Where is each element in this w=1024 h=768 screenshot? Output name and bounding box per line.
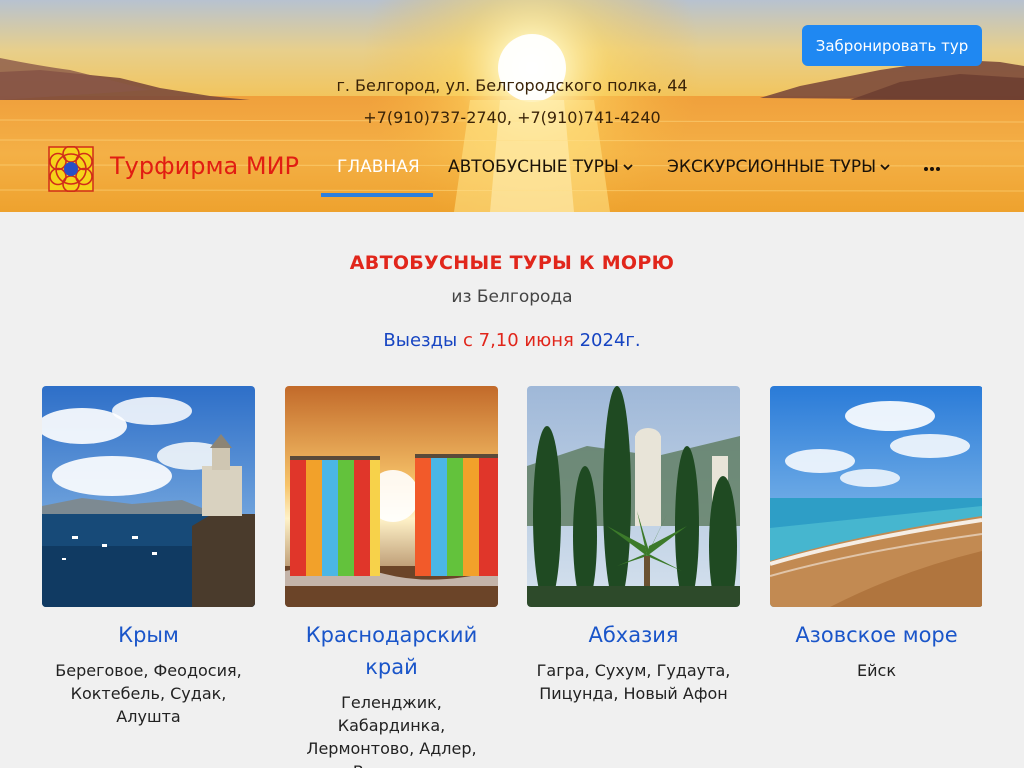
chevron-down-icon bbox=[880, 164, 890, 171]
card-title[interactable]: Крым bbox=[42, 619, 255, 651]
destination-card-crimea: Крым Береговое, Феодосия, Коктебель, Суд… bbox=[42, 386, 255, 728]
card-places: Береговое, Феодосия, Коктебель, Судак, А… bbox=[55, 661, 242, 726]
section-subtitle: из Белгорода bbox=[451, 287, 573, 307]
card-title[interactable]: Азовское море bbox=[770, 619, 983, 651]
book-tour-button[interactable]: Забронировать тур bbox=[802, 25, 982, 66]
departures-suffix: 2024г. bbox=[579, 330, 641, 351]
section-title: АВТОБУСНЫЕ ТУРЫ К МОРЮ bbox=[349, 252, 675, 274]
chevron-down-icon bbox=[623, 164, 633, 171]
nav-item-bus-tours[interactable]: АВТОБУСНЫЕ ТУРЫ bbox=[448, 157, 634, 177]
nav-active-underline bbox=[321, 193, 433, 197]
sun-star-logo-icon[interactable] bbox=[48, 145, 94, 193]
nav-item-label: АВТОБУСНЫЕ ТУРЫ bbox=[448, 157, 619, 177]
destination-card-azov: Азовское море Ейск bbox=[770, 386, 983, 682]
departures-dates: с 7,10 июня bbox=[463, 330, 574, 351]
card-places: Гагра, Сухум, Гудаута, Пицунда, Новый Аф… bbox=[536, 661, 731, 703]
nav-item-label: ЭКСКУРСИОННЫЕ ТУРЫ bbox=[667, 157, 877, 177]
destination-card-abkhazia: Абхазия Гагра, Сухум, Гудаута, Пицунда, … bbox=[527, 386, 740, 705]
azov-sea-beach-photo[interactable] bbox=[770, 386, 983, 607]
company-phones: +7(910)737-2740, +7(910)741-4240 bbox=[363, 108, 661, 127]
nav-item-label: ГЛАВНАЯ bbox=[337, 157, 420, 177]
card-places: Геленджик, Кабардинка, Лермонтово, Адлер… bbox=[306, 693, 477, 768]
hero-header: Забронировать тур г. Белгород, ул. Белго… bbox=[0, 0, 1024, 212]
abkhazia-cypress-palm-photo[interactable] bbox=[527, 386, 740, 607]
departure-dates: Выезды с 7,10 июня 2024г. bbox=[0, 330, 1024, 351]
brand-name[interactable]: Турфирма МИР bbox=[110, 152, 299, 180]
departures-prefix: Выезды bbox=[383, 330, 458, 351]
beach-chairs-sunset-photo[interactable] bbox=[285, 386, 498, 607]
card-title[interactable]: Абхазия bbox=[527, 619, 740, 651]
nav-item-home[interactable]: ГЛАВНАЯ bbox=[337, 157, 420, 177]
card-places: Ейск bbox=[857, 661, 896, 680]
card-title[interactable]: Краснодарский край bbox=[285, 619, 498, 683]
crimea-castle-sea-photo[interactable] bbox=[42, 386, 255, 607]
destination-card-krasnodar: Краснодарский край Геленджик, Кабардинка… bbox=[285, 386, 498, 768]
nav-item-excursion-tours[interactable]: ЭКСКУРСИОННЫЕ ТУРЫ bbox=[667, 157, 891, 177]
company-address: г. Белгород, ул. Белгородского полка, 44 bbox=[336, 76, 688, 95]
more-dots-icon[interactable] bbox=[921, 158, 943, 180]
